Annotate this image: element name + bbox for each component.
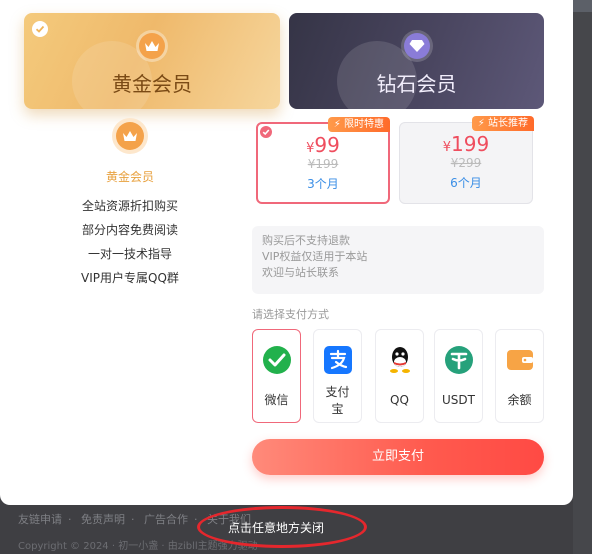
alipay-icon (322, 344, 354, 376)
payment-method-title: 请选择支付方式 (252, 308, 329, 321)
diamond-icon (403, 33, 430, 59)
price-amount: ¥99 (306, 133, 340, 157)
level-name: 黄金会员 (105, 170, 154, 184)
promo-tag: ⚡ 站长推荐 (471, 116, 534, 131)
vip-purchase-modal: 黄金会员 钻石会员 黄金会员 全站资源折扣购买 部分内容免费阅读 一对一技术指导… (0, 0, 573, 505)
pay-method-label: USDT (442, 393, 475, 407)
selected-check-icon (260, 126, 272, 138)
pay-method-label: 支付宝 (325, 385, 350, 416)
pay-method-label: 微信 (264, 393, 289, 407)
footer-link[interactable]: 广告合作 (144, 513, 188, 526)
notice-line: 购买后不支持退款 (262, 234, 350, 247)
notice-line: VIP权益仅适用于本站 (262, 250, 368, 263)
pay-method-wechat[interactable]: 微信 (252, 329, 301, 423)
gold-card-title: 黄金会员 (112, 72, 192, 96)
diamond-card-title: 钻石会员 (376, 72, 457, 96)
promo-tag: ⚡ 限时特惠 (327, 117, 390, 132)
price-option-3-months[interactable]: ⚡ 限时特惠 ¥99 ¥199 3个月 (256, 117, 390, 204)
price-period: 6个月 (450, 176, 482, 190)
pay-method-alipay[interactable]: 支付宝 (313, 329, 362, 423)
usdt-icon (443, 344, 475, 376)
selected-check-icon (32, 21, 48, 37)
pay-method-qq[interactable]: QQ (375, 329, 424, 423)
pay-method-usdt[interactable]: USDT (434, 329, 483, 423)
pay-now-button[interactable]: 立即支付 (252, 439, 544, 475)
pay-method-label: QQ (390, 393, 409, 407)
benefit-item: 全站资源折扣购买 (81, 199, 178, 213)
background-bar (573, 0, 592, 12)
price-period: 3个月 (307, 177, 339, 191)
benefits-list: 全站资源折扣购买 部分内容免费阅读 一对一技术指导 VIP用户专属QQ群 (40, 194, 220, 290)
pay-method-label: 余额 (507, 393, 532, 407)
original-price: ¥199 (307, 157, 339, 171)
benefit-item: VIP用户专属QQ群 (81, 271, 179, 285)
wallet-icon (504, 344, 536, 376)
gold-member-card[interactable]: 黄金会员 (24, 13, 280, 109)
pay-method-balance[interactable]: 余额 (495, 329, 544, 423)
benefit-item: 一对一技术指导 (87, 247, 172, 261)
price-amount: ¥199 (442, 132, 490, 156)
notice-line: 欢迎与站长联系 (262, 266, 339, 279)
purchase-notice: 购买后不支持退款 VIP权益仅适用于本站 欢迎与站长联系 (252, 226, 544, 294)
benefit-item: 部分内容免费阅读 (81, 223, 178, 237)
crown-icon (116, 122, 144, 150)
footer-link[interactable]: 免责声明 (81, 513, 125, 526)
background-page-strip (573, 0, 592, 554)
original-price: ¥299 (450, 156, 482, 170)
crown-icon (139, 33, 165, 59)
qq-icon (384, 344, 416, 376)
benefits-panel: 黄金会员 全站资源折扣购买 部分内容免费阅读 一对一技术指导 VIP用户专属QQ… (40, 122, 220, 290)
wechat-pay-icon (261, 344, 293, 376)
diamond-member-card[interactable]: 钻石会员 (289, 13, 544, 109)
annotation-circle (197, 506, 367, 548)
footer-link[interactable]: 友链申请 (18, 513, 62, 526)
price-option-6-months[interactable]: ⚡ 站长推荐 ¥199 ¥299 6个月 (399, 116, 534, 204)
